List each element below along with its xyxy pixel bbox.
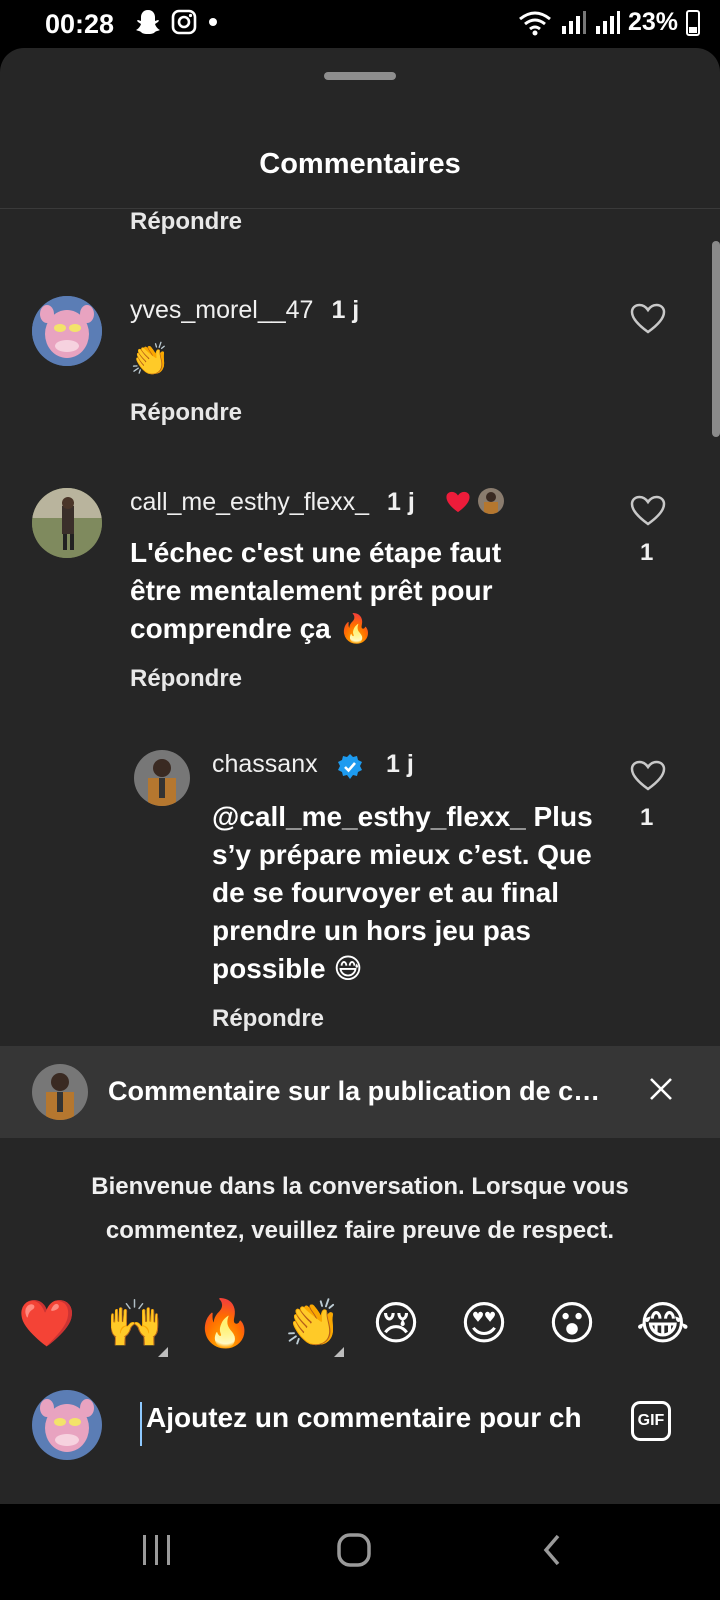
comment-text: L'échec c'est une étape faut être mental… [130, 534, 501, 648]
reply-button[interactable]: Répondre [212, 1005, 324, 1033]
like-count: 1 [640, 539, 654, 566]
snapchat-icon [136, 10, 160, 34]
comment-username[interactable]: call_me_esthy_flexx_ 1 j [130, 488, 415, 517]
wifi-icon [519, 11, 551, 35]
recent-apps-icon[interactable] [140, 1532, 174, 1568]
instagram-icon [171, 9, 197, 35]
photo-avatar-icon [32, 488, 102, 558]
reply-button[interactable]: Répondre [130, 399, 242, 427]
back-icon[interactable] [540, 1532, 564, 1568]
comment-line: possible 😅 [212, 953, 363, 984]
comment-line: @call_me_esthy_flexx_ Plus [212, 801, 593, 832]
divider [0, 208, 720, 209]
skin-tone-indicator [334, 1347, 344, 1357]
comment-age: 1 j [386, 750, 414, 778]
battery-percent: 23% [627, 8, 678, 36]
scrollbar[interactable] [712, 241, 720, 437]
battery-icon [686, 9, 700, 36]
notification-icons [135, 8, 219, 36]
emoji-reaction-bar: ❤️ 🙌 🔥 👏 😢 😍 😮 😂 [0, 1295, 720, 1359]
comment-input[interactable]: Ajoutez un commentaire pour ch [140, 1402, 606, 1446]
comment-input-row: Ajoutez un commentaire pour ch GIF [0, 1380, 720, 1470]
creator-mini-avatar [478, 488, 504, 514]
welcome-line: Bienvenue dans la conversation. Lorsque … [91, 1173, 629, 1200]
comments-sheet: Commentaires Répondre yves_morel__47 1 j … [0, 48, 720, 1504]
like-count: 1 [640, 804, 654, 831]
sheet-title: Commentaires [259, 148, 461, 180]
heart-outline-icon[interactable] [630, 303, 666, 335]
status-right: 23% [518, 8, 700, 37]
heart-outline-icon[interactable] [630, 760, 666, 792]
username-text[interactable]: call_me_esthy_flexx_ [130, 488, 369, 516]
username-text[interactable]: chassanx [212, 750, 318, 778]
sheet-drag-handle[interactable] [324, 72, 396, 80]
reply-button[interactable]: Répondre [130, 665, 242, 693]
pink-panther-avatar-icon [32, 296, 102, 366]
comment-line: de se fourvoyer et au final [212, 877, 559, 908]
username-text[interactable]: yves_morel__47 [130, 296, 313, 324]
reply-button[interactable]: Répondre [130, 208, 242, 236]
comment-target-banner: Commentaire sur la publication de c… [0, 1046, 720, 1138]
status-time: 00:28 [45, 9, 115, 39]
signal-icon-1 [561, 10, 586, 34]
pink-panther-avatar-icon [32, 1390, 102, 1460]
emoji-raising-hands-button[interactable]: 🙌 [106, 1295, 163, 1351]
heart-outline-icon[interactable] [630, 495, 666, 527]
skin-tone-indicator [158, 1347, 168, 1357]
chassanx-avatar-icon [134, 750, 190, 806]
emoji-laughing-button[interactable]: 😂 [636, 1295, 690, 1351]
comment-username[interactable]: chassanx [212, 750, 318, 779]
gif-button[interactable]: GIF [631, 1401, 671, 1441]
welcome-line: commentez, veuillez faire preuve de resp… [105, 1217, 615, 1244]
dot-icon [209, 18, 217, 26]
avatar[interactable] [32, 296, 102, 366]
comment-age: 1 j [387, 488, 415, 516]
comment-line: comprendre ça 🔥 [130, 613, 374, 644]
comment-text: @call_me_esthy_flexx_ Plus s’y prépare m… [212, 798, 593, 988]
chassanx-avatar-icon [32, 1064, 88, 1120]
status-bar: 00:28 23% [0, 0, 720, 48]
comment-line: L'échec c'est une étape faut [130, 537, 502, 568]
close-icon[interactable] [648, 1074, 674, 1108]
creator-avatar-icon [478, 488, 504, 514]
creator-liked-heart-icon [446, 491, 470, 513]
my-avatar [32, 1390, 102, 1460]
emoji-fire-button[interactable]: 🔥 [196, 1295, 253, 1351]
comment-line: être mentalement prêt pour [130, 575, 493, 606]
verified-badge-icon [338, 754, 362, 779]
emoji-heart-eyes-button[interactable]: 😍 [460, 1295, 508, 1351]
banner-avatar [32, 1064, 88, 1120]
comment-username[interactable]: yves_morel__47 1 j [130, 296, 359, 325]
comment-text: 👏 [130, 341, 170, 377]
system-nav-bar [0, 1504, 720, 1600]
avatar[interactable] [32, 488, 102, 558]
welcome-message: Bienvenue dans la conversation. Lorsque … [40, 1165, 680, 1253]
home-icon[interactable] [336, 1532, 372, 1568]
emoji-surprised-button[interactable]: 😮 [548, 1295, 596, 1351]
emoji-clap-button[interactable]: 👏 [284, 1295, 341, 1351]
comment-line: s’y prépare mieux c’est. Que [212, 839, 592, 870]
comment-age: 1 j [331, 296, 360, 324]
emoji-crying-button[interactable]: 😢 [372, 1295, 420, 1351]
comment-line: prendre un hors jeu pas [212, 915, 531, 946]
banner-text: Commentaire sur la publication de c… [108, 1076, 601, 1106]
avatar[interactable] [134, 750, 190, 806]
emoji-heart-button[interactable]: ❤️ [18, 1295, 75, 1351]
signal-icon-2 [595, 10, 620, 34]
